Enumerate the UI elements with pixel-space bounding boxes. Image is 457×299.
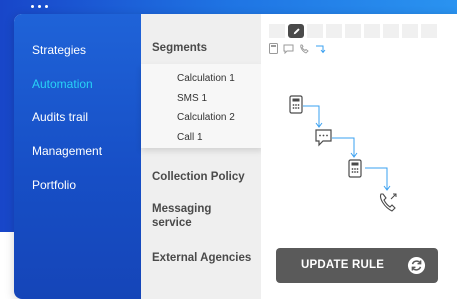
rule-flow-diagram: [289, 95, 397, 212]
sidebar-item-strategies[interactable]: Strategies: [32, 43, 86, 57]
toolbar-slot[interactable]: [345, 24, 361, 38]
toolbar-slot[interactable]: [364, 24, 380, 38]
window-dot[interactable]: [31, 5, 34, 8]
flow-connector: [365, 167, 388, 189]
toolbar-slot[interactable]: [402, 24, 418, 38]
toolbar-slot[interactable]: [269, 24, 285, 38]
sidebar-item-management[interactable]: Management: [32, 144, 102, 158]
sidebar-item-automation[interactable]: Automation: [32, 77, 93, 91]
rule-canvas: UPDATE RULE: [261, 14, 457, 299]
toolbar-slot[interactable]: [307, 24, 323, 38]
edit-icon[interactable]: [288, 24, 304, 38]
phone-icon[interactable]: [299, 44, 310, 54]
submenu-item[interactable]: Calculation 2: [177, 112, 235, 123]
window-controls: [31, 5, 48, 8]
segments-submenu: Calculation 1 SMS 1 Calculation 2 Call 1: [141, 64, 263, 148]
section-external-agencies[interactable]: External Agencies: [152, 251, 251, 265]
calculator-icon[interactable]: [269, 43, 278, 54]
node-palette: [269, 43, 327, 54]
calculator-icon[interactable]: [348, 159, 362, 178]
window-dot[interactable]: [45, 5, 48, 8]
update-rule-label: UPDATE RULE: [301, 259, 385, 271]
segments-panel: Segments Calculation 1 SMS 1 Calculation…: [141, 14, 263, 299]
submenu-item[interactable]: SMS 1: [177, 93, 207, 104]
phone-out-icon[interactable]: [380, 193, 397, 212]
toolbar-slot[interactable]: [421, 24, 437, 38]
chat-icon[interactable]: [283, 44, 294, 54]
chat-icon[interactable]: [315, 129, 332, 147]
update-rule-button[interactable]: UPDATE RULE: [276, 248, 438, 283]
sidebar-item-portfolio[interactable]: Portfolio: [32, 178, 76, 192]
submenu-item[interactable]: Call 1: [177, 132, 203, 143]
sidebar-item-audits-trail[interactable]: Audits trail: [32, 110, 88, 124]
segments-heading[interactable]: Segments: [152, 41, 207, 55]
app-window: Strategies Automation Audits trail Manag…: [14, 14, 457, 299]
section-messaging-service[interactable]: Messaging service: [152, 202, 232, 230]
toolbar-slot[interactable]: [383, 24, 399, 38]
refresh-icon: [407, 256, 426, 275]
window-dot[interactable]: [38, 5, 41, 8]
canvas-toolbar: [269, 24, 437, 38]
sidebar-nav: Strategies Automation Audits trail Manag…: [14, 14, 141, 299]
submenu-item[interactable]: Calculation 1: [177, 73, 235, 84]
arrow-icon[interactable]: [315, 44, 327, 54]
toolbar-slot[interactable]: [326, 24, 342, 38]
section-collection-policy[interactable]: Collection Policy: [152, 170, 245, 184]
calculator-icon[interactable]: [289, 95, 303, 114]
